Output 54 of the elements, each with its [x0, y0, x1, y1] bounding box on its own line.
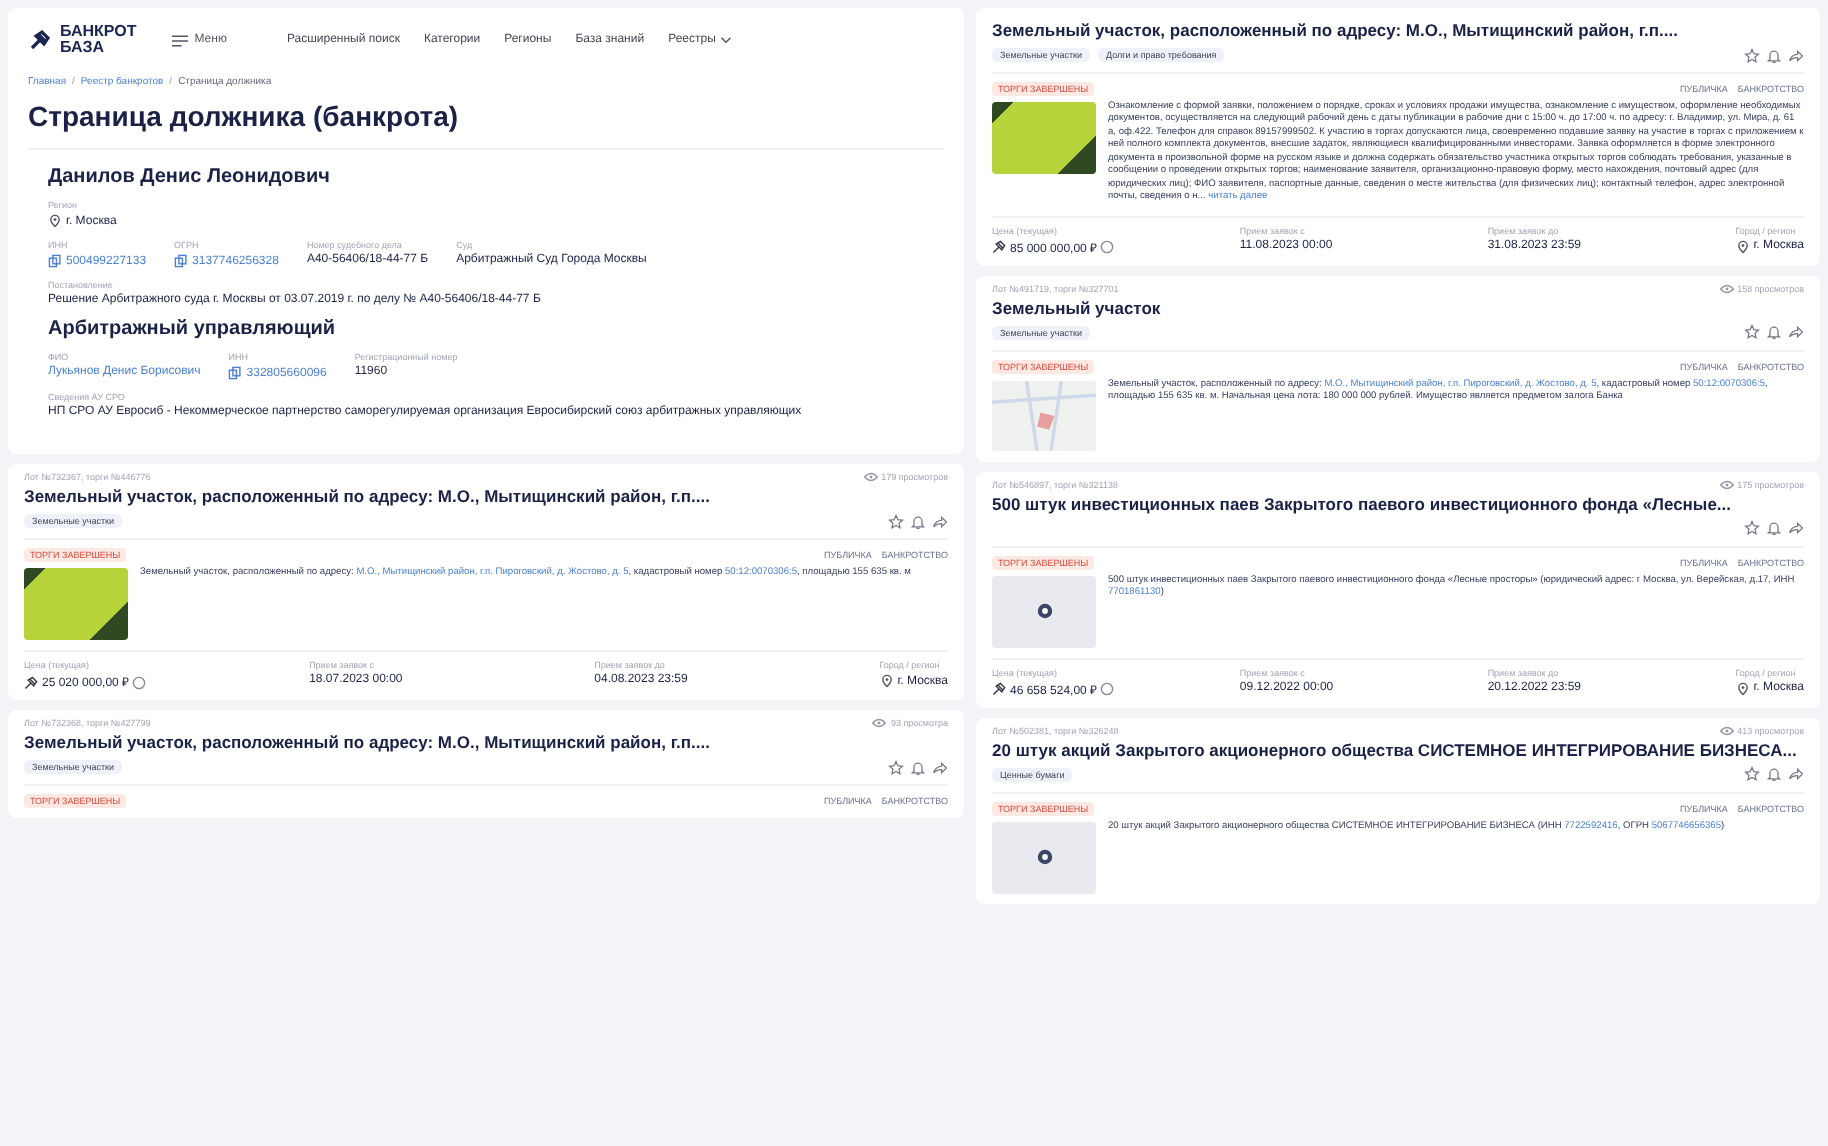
menu-icon	[172, 33, 189, 47]
bell-icon[interactable]	[1766, 520, 1782, 537]
bell-icon[interactable]	[910, 513, 926, 529]
share-icon[interactable]	[932, 759, 948, 775]
gavel-icon	[24, 675, 38, 689]
clock-icon[interactable]	[1100, 240, 1115, 255]
star-icon[interactable]	[1744, 766, 1760, 783]
logo-icon	[28, 28, 52, 52]
eye-icon	[863, 472, 878, 482]
photo-placeholder	[992, 102, 1096, 174]
share-icon[interactable]	[1788, 324, 1804, 341]
lot-title[interactable]: Земельный участок, расположенный по адресу: М.О., Мытищинский район, г.п....	[24, 486, 948, 506]
gavel-icon	[992, 240, 1006, 255]
lot-title[interactable]: 500 штук инвестиционных паев Закрытого паевого инвестиционного фонда «Лесные...	[992, 493, 1804, 514]
copy-icon[interactable]	[48, 254, 62, 268]
star-icon[interactable]	[888, 513, 904, 529]
copy-icon[interactable]	[174, 254, 189, 268]
share-icon[interactable]	[1788, 520, 1804, 537]
clock-icon[interactable]	[132, 675, 147, 689]
eye-icon	[1719, 479, 1734, 490]
eye-icon	[1719, 283, 1734, 294]
clock-icon[interactable]	[1100, 682, 1115, 697]
section-heading: Арбитражный управляющий	[48, 318, 338, 340]
bell-icon[interactable]	[910, 759, 926, 775]
location-pin-icon	[1735, 239, 1750, 254]
lot-title[interactable]: 20 штук акций Закрытого акционерного общества СИСТЕМНОЕ ИНТЕГРИРОВАНИЕ БИЗНЕСА...	[992, 739, 1804, 760]
logo-text[interactable]: БАНКРОТ БАЗА	[60, 24, 137, 56]
debtor-name: Данилов Денис Леонидович	[48, 166, 332, 188]
eye-icon	[872, 718, 887, 728]
lot-title[interactable]: Земельный участок, расположенный по адресу: М.О., Мытищинский район, г.п....	[24, 732, 948, 752]
lot-title[interactable]: Земельный участок, расположенный по адресу: М.О., Мытищинский район, г.п....	[992, 20, 1804, 40]
location-pin-icon	[1735, 681, 1750, 696]
star-icon[interactable]	[1744, 324, 1760, 341]
bell-icon[interactable]	[1766, 47, 1782, 63]
location-pin-icon	[48, 214, 62, 228]
eye-icon	[1719, 725, 1734, 736]
page-title: Страница должника (банкрота)	[28, 100, 461, 132]
star-icon[interactable]	[1744, 47, 1760, 63]
bell-icon[interactable]	[1766, 324, 1782, 341]
star-icon[interactable]	[888, 759, 904, 775]
share-icon[interactable]	[932, 513, 948, 529]
location-pin-icon	[879, 674, 894, 688]
bell-icon[interactable]	[1766, 766, 1782, 783]
share-icon[interactable]	[1788, 47, 1804, 63]
gavel-icon	[992, 682, 1006, 697]
chevron-down-icon	[719, 36, 732, 44]
lot-title[interactable]: Земельный участок	[992, 297, 1804, 318]
share-icon[interactable]	[1788, 766, 1804, 783]
no-image-icon	[1035, 848, 1053, 867]
no-image-icon	[1035, 602, 1053, 621]
map-placeholder	[992, 379, 1096, 452]
photo-placeholder	[24, 568, 128, 640]
star-icon[interactable]	[1744, 520, 1760, 537]
copy-icon[interactable]	[228, 366, 243, 380]
